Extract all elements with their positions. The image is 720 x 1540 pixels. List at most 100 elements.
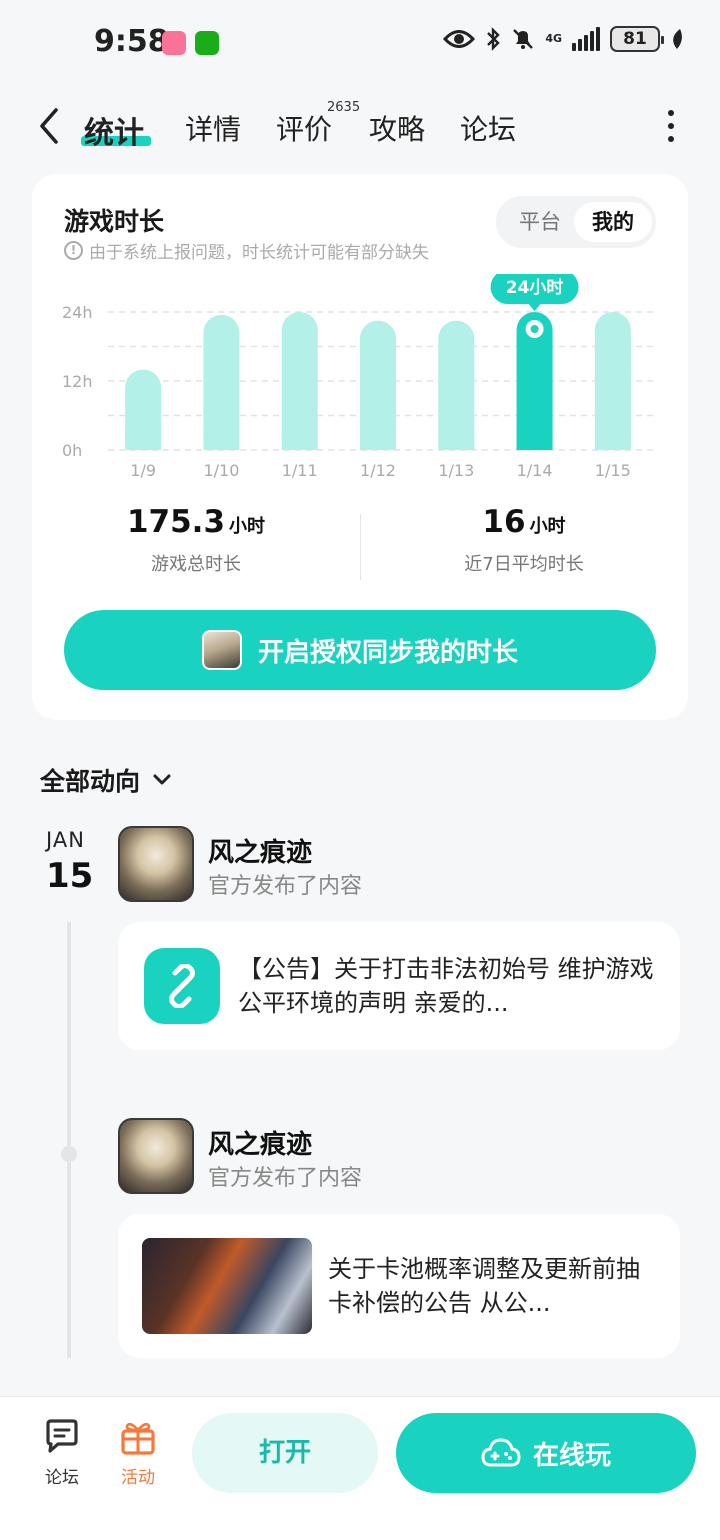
playtime-title: 游戏时长 [64, 207, 165, 236]
forum-nav-item[interactable]: 论坛 [32, 1419, 92, 1488]
post-text: 关于卡池概率调整及更新前抽卡补偿的公告 从公... [328, 1255, 640, 1317]
bluetooth-icon [487, 27, 501, 51]
activity-filter[interactable]: 全部动向 [40, 762, 172, 798]
post-card[interactable]: 关于卡池概率调整及更新前抽卡补偿的公告 从公... [118, 1214, 680, 1358]
post-author[interactable]: 风之痕迹 [208, 832, 312, 869]
gift-icon [121, 1422, 155, 1455]
x-tick-label: 1/9 [130, 461, 156, 480]
post-text: 【公告】关于打击非法初始号 维护游戏公平环境的声明 亲爱的... [238, 955, 654, 1017]
forum-nav-label: 论坛 [45, 1468, 79, 1488]
bottom-bar: 论坛 活动 打开 在线玩 [0, 1396, 720, 1540]
total-playtime: 175.3 小时 游戏总时长 [32, 504, 360, 576]
chart-bar-base [125, 432, 162, 450]
playtime-summary: 175.3 小时 游戏总时长 16 小时 近7日平均时长 [32, 504, 688, 584]
leaf-icon [673, 29, 682, 49]
chart-bar [203, 314, 240, 450]
post-card[interactable]: 【公告】关于打击非法初始号 维护游戏公平环境的声明 亲爱的... [118, 922, 680, 1050]
playtime-chart-svg: 0h 12h 24h 1/9 1/10 1/11 1/12 1/13 24小时 1/14 1/15 [62, 274, 656, 480]
post-action: 官方发布了内容 [208, 1166, 363, 1191]
sync-playtime-button[interactable]: 开启授权同步我的时长 [64, 610, 656, 690]
status-time: 9:58 [94, 24, 169, 59]
chart-bar-base [360, 432, 396, 450]
post-action: 官方发布了内容 [208, 874, 363, 899]
x-tick-label: 1/12 [360, 461, 396, 480]
average-playtime-unit: 小时 [529, 516, 566, 537]
battery-icon: 81 [610, 26, 664, 52]
post-header: 风之痕迹 官方发布了内容 [118, 826, 678, 906]
eye-icon [443, 30, 476, 48]
date-day: 15 [46, 856, 94, 896]
average-playtime-label: 近7日平均时长 [464, 554, 584, 575]
battery-level: 81 [623, 29, 647, 49]
toggle-mine[interactable]: 我的 [574, 202, 652, 242]
chart-bar-base [594, 432, 631, 450]
network-type: 4G [545, 32, 562, 45]
highlight-bubble-label: 24小时 [506, 278, 564, 298]
chart-bar-base [203, 432, 240, 450]
signal-icon [572, 27, 600, 51]
total-playtime-label: 游戏总时长 [151, 554, 241, 575]
total-playtime-unit: 小时 [229, 516, 266, 537]
x-tick-label: 1/11 [282, 461, 318, 480]
reviews-count-badge: 2635 [327, 100, 361, 115]
chart-bar-base [438, 432, 475, 450]
info-icon: ! [64, 241, 83, 260]
bilibili-icon [162, 31, 186, 55]
tab-stats[interactable]: 统计 [84, 108, 144, 152]
chart-bar [360, 320, 396, 450]
playtime-note-text: 由于系统上报问题，时长统计可能有部分缺失 [89, 243, 429, 263]
timeline-dot [61, 1146, 77, 1162]
tab-guides[interactable]: 攻略 [369, 108, 425, 148]
x-tick-label: 1/13 [438, 461, 474, 480]
play-online-button[interactable]: 在线玩 [396, 1413, 696, 1493]
status-icons: 4G 81 [443, 26, 684, 52]
chart-bar [438, 320, 475, 450]
post-image [142, 1238, 312, 1334]
x-tick-label: 1/15 [595, 461, 631, 480]
playtime-card: 游戏时长 ! 由于系统上报问题，时长统计可能有部分缺失 平台 我的 0h 12h 2… [32, 174, 688, 720]
chart-bar-base [281, 432, 318, 450]
post-author[interactable]: 风之痕迹 [208, 1124, 312, 1161]
avatar[interactable] [118, 1118, 194, 1194]
activity-nav-item[interactable]: 活动 [108, 1419, 168, 1488]
playtime-note: ! 由于系统上报问题，时长统计可能有部分缺失 [64, 238, 429, 263]
chart-bar [594, 312, 631, 450]
chat-bubble-icon [46, 1419, 78, 1453]
post-header: 风之痕迹 官方发布了内容 [118, 1118, 678, 1198]
source-toggle: 平台 我的 [496, 196, 656, 248]
activity-nav-label: 活动 [121, 1468, 155, 1488]
highlight-marker-dot [530, 325, 539, 333]
wechat-icon [195, 31, 219, 55]
open-button[interactable]: 打开 [192, 1413, 378, 1493]
chart-bar-base [516, 432, 553, 450]
y-tick-label: 24h [62, 303, 93, 322]
timeline-line [67, 922, 71, 1358]
chart-bar [281, 312, 318, 450]
average-playtime: 16 小时 近7日平均时长 [360, 504, 688, 576]
top-nav: 统计 详情 评价 2635 攻略 论坛 [0, 96, 720, 160]
link-icon [144, 948, 220, 1024]
sync-playtime-label: 开启授权同步我的时长 [257, 637, 518, 668]
status-bar: 9:58 4G 81 [0, 0, 720, 86]
y-tick-label: 0h [62, 441, 82, 460]
toggle-platform[interactable]: 平台 [504, 202, 576, 242]
tab-reviews[interactable]: 评价 [276, 108, 332, 148]
x-tick-label: 1/10 [203, 461, 239, 480]
y-tick-label: 12h [62, 372, 93, 391]
mute-bell-icon [513, 29, 534, 49]
play-online-label: 在线玩 [532, 1440, 611, 1471]
average-playtime-value: 16 [482, 504, 526, 540]
more-menu-icon[interactable] [664, 110, 678, 142]
activity-title: 全部动向 [40, 767, 141, 796]
highlight-bubble-tail [528, 304, 541, 311]
tab-forum[interactable]: 论坛 [460, 108, 516, 148]
date-month: JAN [46, 828, 85, 852]
x-tick-label: 1/14 [517, 461, 553, 480]
chevron-down-icon [153, 774, 171, 785]
total-playtime-value: 175.3 [126, 504, 226, 540]
back-arrow-icon[interactable] [34, 104, 64, 148]
tab-details[interactable]: 详情 [185, 108, 241, 148]
cloud-gamepad-icon [481, 1438, 521, 1467]
avatar[interactable] [118, 826, 194, 902]
playtime-chart: 0h 12h 24h 1/9 1/10 1/11 1/12 1/13 24小时 1/14 1/15 [32, 274, 688, 480]
